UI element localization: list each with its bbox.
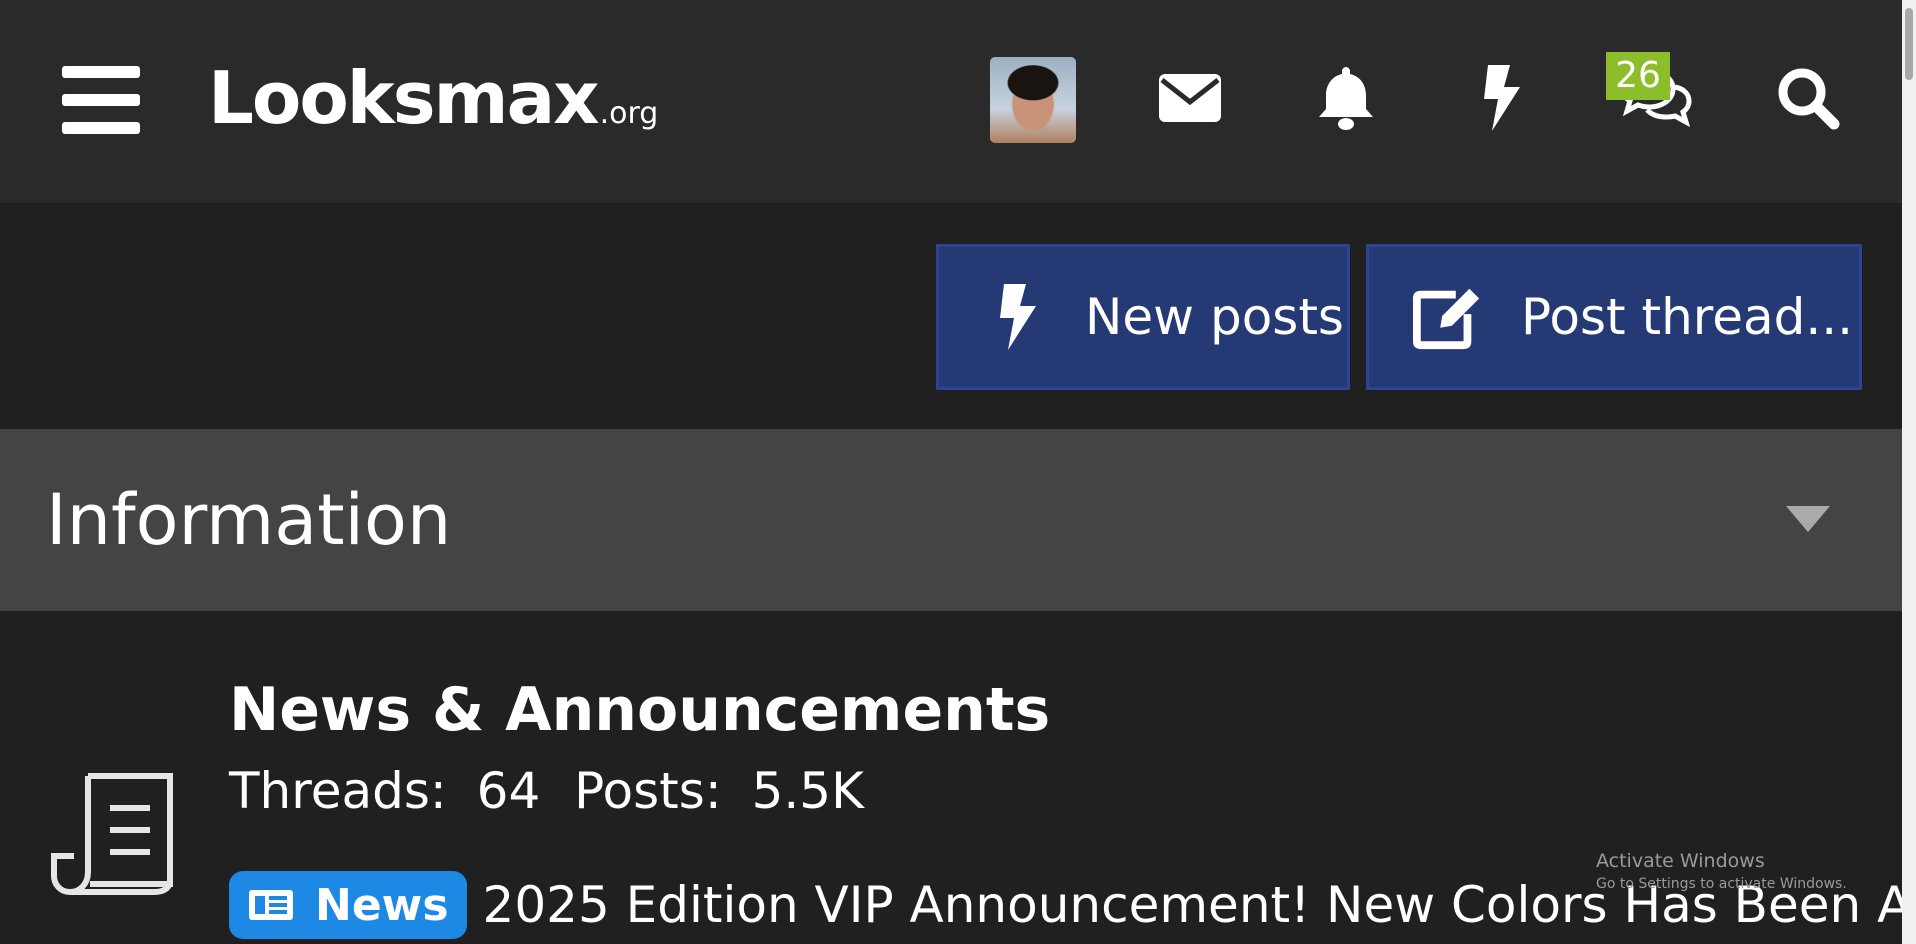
posts-value: 5.5K — [751, 762, 864, 820]
page: Looksmax .org 26 New posts Post thread..… — [0, 0, 1902, 944]
collapse-toggle-icon[interactable] — [1786, 506, 1830, 532]
watermark-line1: Activate Windows — [1596, 850, 1765, 872]
edit-icon — [1413, 282, 1483, 352]
vertical-scrollbar[interactable] — [1902, 0, 1916, 944]
post-thread-button[interactable]: Post thread... — [1366, 244, 1862, 390]
bell-icon[interactable] — [1306, 58, 1386, 138]
watermark-line2: Go to Settings to activate Windows. — [1596, 876, 1847, 892]
avatar[interactable] — [990, 57, 1076, 143]
category-title[interactable]: Information — [46, 429, 451, 611]
threads-label: Threads: — [229, 762, 447, 820]
post-thread-label: Post thread... — [1521, 288, 1854, 346]
thread-prefix-tag[interactable]: News — [229, 871, 467, 939]
site-header: Looksmax .org 26 — [0, 0, 1902, 203]
posts-label: Posts: — [574, 762, 722, 820]
logo-tld: .org — [599, 96, 659, 131]
logo-text: Looksmax — [208, 56, 600, 140]
scrollbar-thumb[interactable] — [1905, 8, 1913, 80]
node-title-link[interactable]: News & Announcements — [229, 670, 1050, 750]
mail-icon[interactable] — [1150, 58, 1230, 138]
category-header[interactable]: Information — [0, 429, 1902, 611]
bolt-icon[interactable] — [1462, 58, 1542, 138]
activate-windows-watermark: Activate Windows Go to Settings to activ… — [1596, 848, 1847, 894]
bolt-icon — [983, 282, 1053, 352]
menu-icon[interactable] — [62, 66, 140, 134]
site-logo[interactable]: Looksmax .org — [208, 58, 658, 138]
search-icon[interactable] — [1768, 58, 1848, 138]
newspaper-icon — [247, 888, 295, 922]
new-posts-label: New posts — [1085, 288, 1344, 346]
conversations-badge[interactable]: 26 — [1606, 52, 1670, 100]
tag-label: News — [315, 879, 449, 931]
document-icon — [50, 772, 176, 896]
node-stats: Threads: 64 Posts: 5.5K — [229, 756, 864, 826]
threads-value: 64 — [476, 762, 541, 820]
new-posts-button[interactable]: New posts — [936, 244, 1350, 390]
